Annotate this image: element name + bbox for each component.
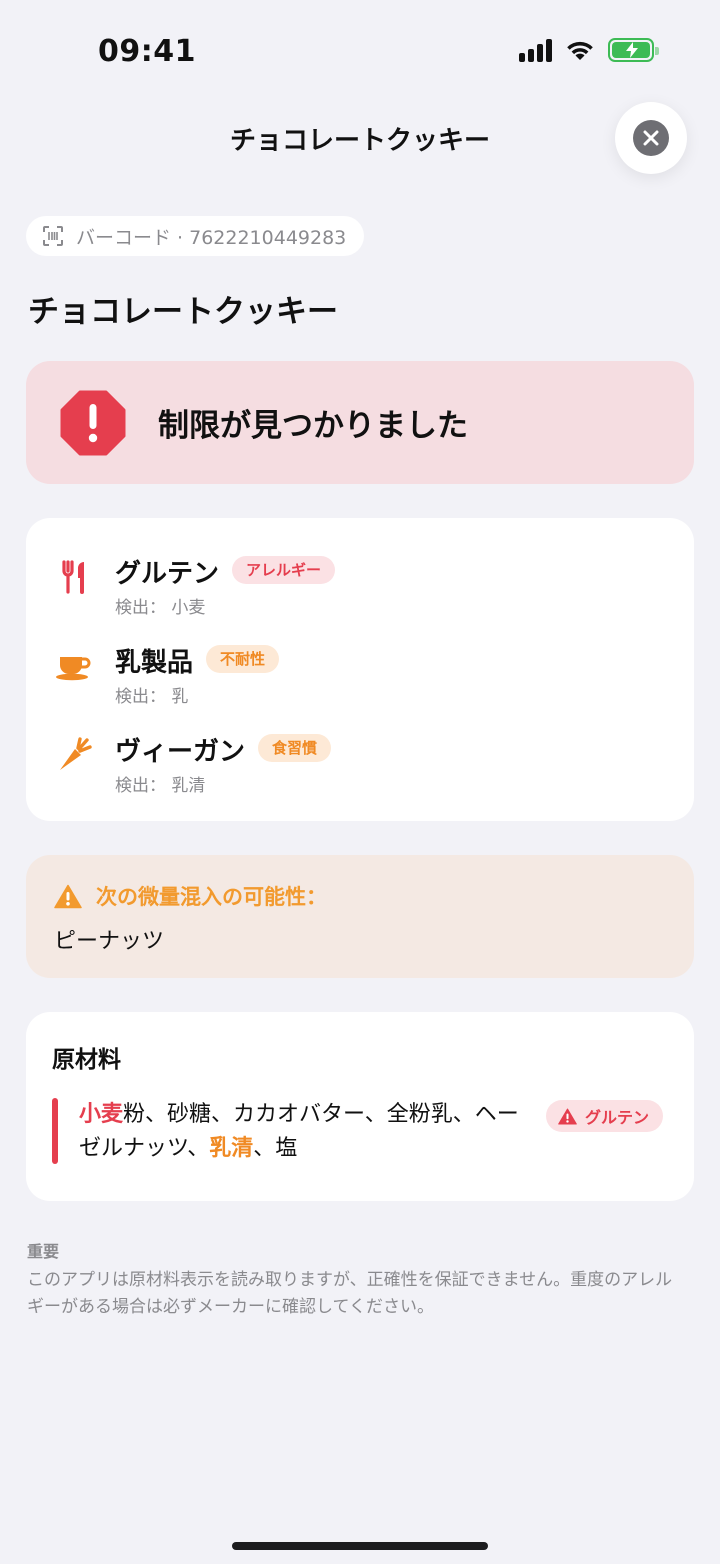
restriction-alert-card: 制限が見つかりました: [26, 361, 694, 484]
restriction-detected: 検出： 乳清: [115, 776, 206, 796]
charging-bolt-icon: [626, 42, 638, 58]
product-title: チョコレートクッキー: [28, 294, 338, 330]
alert-text: 制限が見つかりました: [158, 408, 468, 444]
close-button[interactable]: [615, 102, 687, 174]
trace-items: ピーナッツ: [54, 929, 165, 954]
restriction-name: グルテン: [115, 559, 220, 589]
nav-title: チョコレートクッキー: [229, 126, 490, 156]
ingredients-flag-bar: [52, 1098, 58, 1164]
barcode-label: バーコード · 7622210449283: [76, 226, 347, 249]
trace-heading-text: 次の微量混入の可能性：: [96, 885, 327, 909]
close-icon: [633, 120, 669, 156]
barcode-chip: バーコード · 7622210449283: [26, 216, 365, 256]
ingredients-plain-text-end: 、塩: [253, 1136, 298, 1161]
disclaimer-body: このアプリは原材料表示を読み取りますが、正確性を保証できません。重度のアレルギー…: [27, 1270, 673, 1317]
restriction-detected: 検出： 乳: [115, 687, 189, 707]
ingredients-title: 原材料: [52, 1047, 121, 1073]
status-time: 09:41: [98, 34, 196, 69]
home-indicator[interactable]: [232, 1542, 488, 1550]
ingredients-text: 小麦粉、砂糖、カカオバター、全粉乳、ヘーゼルナッツ、乳清、塩: [79, 1098, 519, 1166]
restriction-badge: 食習慣: [258, 734, 332, 762]
restriction-item-gluten: グルテン アレルギー 検出： 小麦: [26, 551, 694, 621]
ingredient-gluten-badge: グルテン: [546, 1100, 664, 1132]
stop-warning-icon: [60, 390, 126, 455]
ingredient-highlight-whey: 乳清: [209, 1136, 254, 1161]
cellular-signal-icon: [519, 38, 552, 62]
disclaimer-title: 重要: [27, 1242, 60, 1261]
ingredients-plain-text: 粉、砂糖、カカオバター、全粉乳、ヘーゼルナッツ、: [79, 1102, 519, 1161]
restriction-item-dairy: 乳製品 不耐性 検出： 乳: [26, 640, 694, 710]
ingredient-highlight-gluten: 小麦: [79, 1102, 124, 1127]
status-icons: [519, 38, 659, 62]
carrot-icon: [54, 737, 94, 773]
barcode-scan-icon: [43, 226, 63, 246]
trace-warning-card: 次の微量混入の可能性： ピーナッツ: [26, 855, 694, 978]
restriction-detected: 検出： 小麦: [115, 598, 206, 618]
warning-triangle-icon: [54, 884, 82, 908]
restriction-name: ヴィーガン: [115, 737, 246, 767]
ingredients-card: 原材料 小麦粉、砂糖、カカオバター、全粉乳、ヘーゼルナッツ、乳清、塩 グルテン: [26, 1012, 694, 1201]
restriction-item-vegan: ヴィーガン 食習慣 検出： 乳清: [26, 729, 694, 799]
warning-triangle-icon: [558, 1108, 577, 1124]
fork-knife-icon: [54, 559, 94, 595]
restriction-badge: 不耐性: [206, 645, 280, 673]
trace-heading: 次の微量混入の可能性：: [54, 881, 327, 911]
wifi-icon: [567, 41, 593, 60]
battery-icon: [608, 38, 659, 62]
ingredient-badge-label: グルテン: [585, 1108, 650, 1127]
restriction-name: 乳製品: [115, 648, 194, 678]
status-bar: 09:41: [0, 0, 720, 100]
restriction-badge: アレルギー: [232, 556, 336, 584]
cup-icon: [54, 648, 94, 684]
restrictions-card: グルテン アレルギー 検出： 小麦 乳製品 不耐性 検出： 乳 ヴィーガン 食習…: [26, 518, 694, 821]
